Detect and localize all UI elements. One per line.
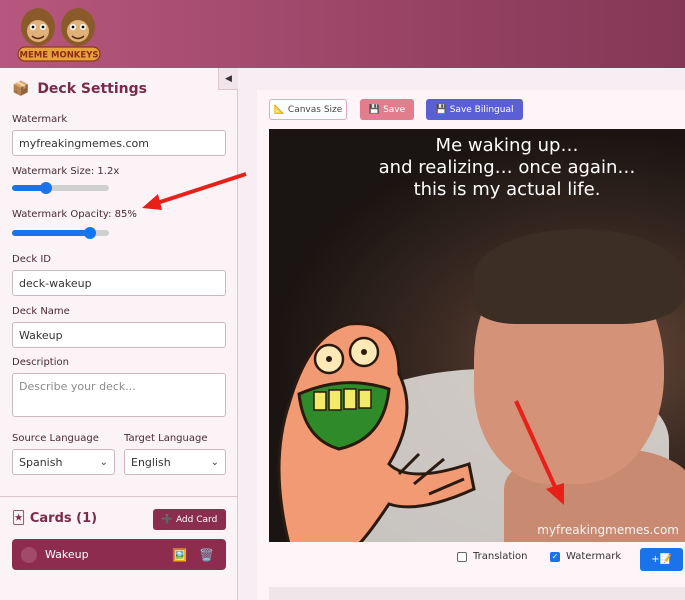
floppy-icon: 💾 [368,104,381,115]
collapse-sidebar-button[interactable]: ◀ [218,68,238,90]
watermark-checkbox[interactable]: ✓ [550,551,560,562]
card-thumbnail [21,546,37,563]
ruler-icon: 📐 [273,104,285,115]
canvas-size-button[interactable]: 📐 Canvas Size [269,99,347,120]
lower-panel [269,587,685,600]
deck-name-input[interactable]: Wakeup [12,322,226,348]
chevron-down-icon: ⌄ [210,456,219,468]
red-arrow-annotation [142,172,247,210]
translation-toggle[interactable]: Translation [457,551,528,562]
meme-watermark: myfreakingmemes.com [537,523,679,537]
floppy-icon: 💾 [435,104,447,115]
deck-name-label: Deck Name [12,306,70,317]
target-language-label: Target Language [124,433,208,444]
source-language-select[interactable]: Spanish ⌄ [12,449,115,475]
sidebar-divider [0,496,238,497]
translation-checkbox[interactable] [457,551,467,562]
chevron-down-icon: ⌄ [99,456,108,468]
description-textarea[interactable]: Describe your deck... [12,373,226,417]
red-arrow-annotation [514,400,564,505]
svg-text:MEME MONKEYS: MEME MONKEYS [20,51,99,61]
watermark-opacity-fill [12,230,90,236]
watermark-opacity-slider[interactable] [12,227,109,239]
card-name: Wakeup [45,548,89,561]
watermark-toggle[interactable]: ✓ Watermark [550,551,621,562]
watermark-size-thumb[interactable] [40,182,52,194]
deck-id-input[interactable]: deck-wakeup [12,270,226,296]
deck-id-label: Deck ID [12,254,51,265]
meme-monkeys-logo[interactable]: MEME MONKEYS [12,3,106,65]
watermark-size-label: Watermark Size: 1.2x [12,166,120,177]
cards-title: 🃏 Cards (1) [12,511,98,526]
watermark-input[interactable]: myfreakingmemes.com [12,130,226,156]
add-card-button[interactable]: ➕ Add Card [153,509,226,530]
watermark-opacity-thumb[interactable] [84,227,96,239]
deck-settings-title: 📦 Deck Settings [12,81,147,97]
rage-face-character [277,322,476,542]
watermark-size-slider[interactable] [12,182,109,194]
card-item[interactable]: Wakeup 🖼️ 🗑️ [12,539,226,570]
trash-icon[interactable]: 🗑️ [199,548,214,562]
plus-icon: ➕ [161,514,173,525]
man-hair-shape [474,229,684,324]
description-label: Description [12,357,69,368]
meme-caption[interactable]: Me waking up… and realizing… once again…… [329,135,685,201]
package-icon: 📦 [12,81,30,97]
meme-canvas[interactable]: Me waking up… and realizing… once again…… [269,129,685,542]
chevron-left-icon: ◀ [225,73,232,84]
source-language-label: Source Language [12,433,99,444]
save-bilingual-button[interactable]: 💾 Save Bilingual [426,99,523,120]
add-text-button[interactable]: +📝 [640,548,683,571]
save-button[interactable]: 💾 Save [360,99,414,120]
target-language-select[interactable]: English ⌄ [124,449,226,475]
playing-card-icon: 🃏 [12,511,26,526]
watermark-label: Watermark [12,114,68,125]
image-icon[interactable]: 🖼️ [172,548,187,562]
top-bar: MEME MONKEYS [0,0,685,68]
watermark-opacity-label: Watermark Opacity: 85% [12,209,137,220]
